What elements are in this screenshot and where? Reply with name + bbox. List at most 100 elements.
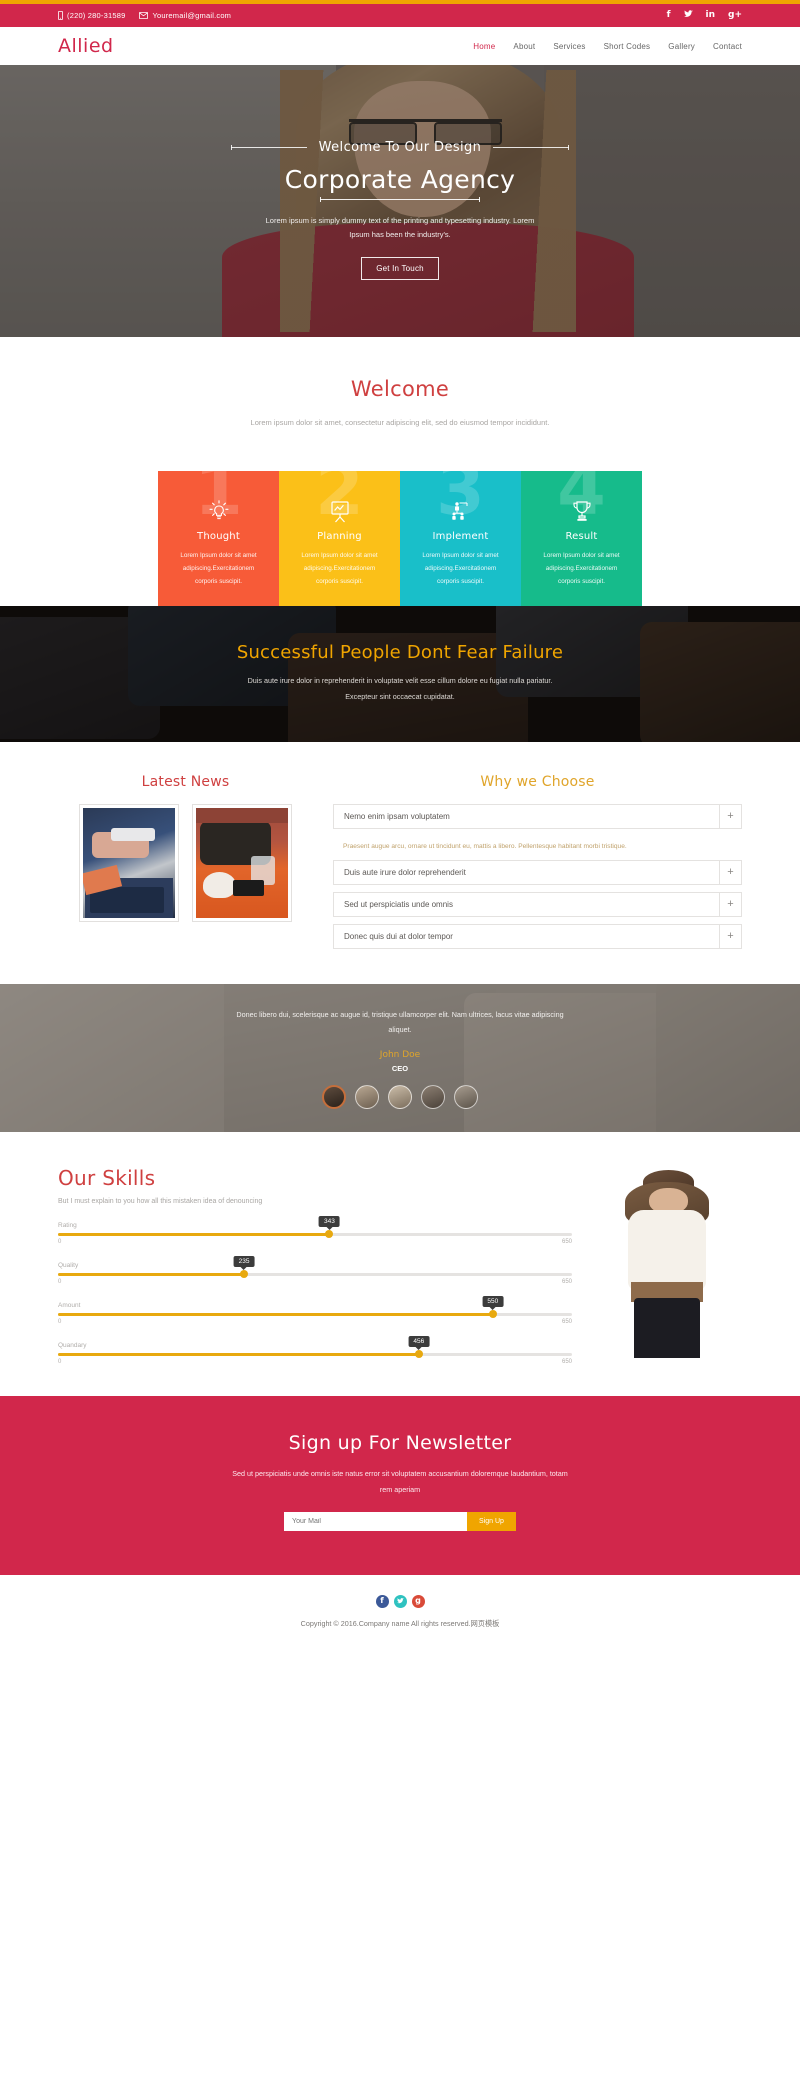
slider-track-quality[interactable]: 235 [58,1255,572,1279]
slider-track-rating[interactable]: 343 [58,1215,572,1239]
hero-kicker: Welcome To Our Design [230,140,570,155]
slider-min-quandary: 0 [58,1358,62,1365]
twitter-icon[interactable] [683,10,693,21]
slider-value-amount: 550 [482,1295,504,1307]
latest-news-column: Latest News [58,774,313,956]
main-navbar: Allied Home About Services Short Codes G… [0,27,800,65]
skills-section: Our Skills But I must explain to you how… [0,1131,800,1396]
newsletter-form: Sign Up [0,1511,800,1531]
plus-icon[interactable]: + [719,924,741,948]
nav-item-home[interactable]: Home [473,42,495,51]
googleplus-icon[interactable]: g [411,1594,425,1608]
card-title-planning: Planning [317,530,362,542]
nav-item-gallery[interactable]: Gallery [668,42,695,51]
slider-label-quandary: Quandary [58,1341,87,1349]
accordion-item-3[interactable]: Sed ut perspiciatis unde omnis + [333,891,742,917]
slider-label-rating: Rating [58,1221,77,1229]
avatar-3[interactable] [388,1085,412,1110]
phone-contact[interactable]: (220) 280-31589 [58,11,125,20]
page-footer: f g Copyright © 2016.Company name All ri… [0,1574,800,1651]
slider-amount: Amount 550 0 650 [58,1295,572,1325]
card-implement[interactable]: 3 Implement Lorem Ipsum dolor sit amet a… [400,470,521,606]
facebook-icon[interactable]: f [375,1594,389,1608]
accordion-item-2[interactable]: Duis aute irure dolor reprehenderit + [333,859,742,885]
skills-lead: But I must explain to you how all this m… [58,1197,263,1205]
plus-icon[interactable]: + [719,892,741,916]
hero-description: Lorem ipsum is simply dummy text of the … [265,215,535,239]
card-planning[interactable]: 2 Planning Lorem Ipsum dolor sit amet ad… [279,470,400,606]
top-contact-bar: (220) 280-31589 Youremail@gmail.com f in… [0,4,800,27]
linkedin-icon[interactable]: in [706,11,716,20]
twitter-icon[interactable] [393,1594,407,1608]
news-and-why-section: Latest News Why we Choose Nemo enim ipsa… [0,741,800,984]
slider-track-quandary[interactable]: 456 [58,1335,572,1359]
newsletter-text: Sed ut perspiciatis unde omnis iste natu… [232,1468,568,1494]
slider-rating: Rating 343 0 650 [58,1215,572,1245]
accordion-label-4: Donec quis dui at dolor tempor [344,931,453,941]
footer-social-links: f g [0,1594,800,1608]
welcome-title: Welcome [350,377,450,401]
mobile-icon [58,11,63,20]
slider-value-rating: 343 [318,1215,340,1227]
slider-track-amount[interactable]: 550 [58,1295,572,1319]
top-contact-group: (220) 280-31589 Youremail@gmail.com [58,11,231,20]
news-thumbnail-1[interactable] [79,803,179,922]
nav-item-short-codes[interactable]: Short Codes [604,42,651,51]
trophy-icon [535,499,628,525]
accordion-item-4[interactable]: Donec quis dui at dolor tempor + [333,923,742,949]
accordion-item-1[interactable]: Nemo enim ipsam voluptatem + [333,803,742,829]
slider-value-quality: 235 [233,1255,255,1267]
skills-content: Our Skills But I must explain to you how… [58,1166,572,1366]
slider-min-quality: 0 [58,1278,62,1285]
site-logo[interactable]: Allied [58,35,114,57]
testimonial-section: Donec libero dui, scelerisque ac augue i… [0,983,800,1132]
why-we-choose-column: Why we Choose Nemo enim ipsam voluptatem… [333,774,742,956]
kicker-rule-left [230,144,307,150]
newsletter-signup-button[interactable]: Sign Up [467,1511,516,1531]
googleplus-icon[interactable]: g+ [728,11,742,20]
hero-title-underline [320,196,480,202]
nav-item-contact[interactable]: Contact [713,42,742,51]
card-thought[interactable]: 1 Thought Lorem Ipsum dolor sit amet adi… [158,470,279,606]
email-contact[interactable]: Youremail@gmail.com [139,11,231,20]
card-title-thought: Thought [197,530,240,542]
card-text-implement: Lorem Ipsum dolor sit amet adipiscing.Ex… [422,551,499,586]
phone-number: (220) 280-31589 [67,11,126,20]
card-text-planning: Lorem Ipsum dolor sit amet adipiscing.Ex… [301,551,378,586]
facebook-icon[interactable]: f [667,11,671,20]
slider-max-rating: 650 [561,1238,572,1245]
newsletter-email-input[interactable] [284,1511,468,1531]
banner-title: Successful People Dont Fear Failure [236,642,564,664]
testimonial-quote: Donec libero dui, scelerisque ac augue i… [236,1009,564,1035]
nav-item-about[interactable]: About [513,42,535,51]
plus-icon[interactable]: + [719,804,741,828]
slider-max-amount: 650 [561,1318,572,1325]
avatar-1[interactable] [322,1085,346,1110]
slider-min-rating: 0 [58,1238,62,1245]
page-root: (220) 280-31589 Youremail@gmail.com f in… [0,0,800,1651]
hero-title: Corporate Agency [284,164,516,194]
card-text-thought: Lorem Ipsum dolor sit amet adipiscing.Ex… [180,551,257,586]
plus-icon[interactable]: + [719,860,741,884]
latest-news-title: Latest News [141,773,230,790]
avatar-2[interactable] [355,1085,379,1110]
card-result[interactable]: 4 Result Lorem Ipsum dolor sit amet adip… [521,470,642,606]
primary-nav: Home About Services Short Codes Gallery … [473,42,742,51]
slider-value-quandary: 456 [408,1335,430,1347]
process-cards: 1 Thought Lorem Ipsum dolor sit amet adi… [158,470,642,606]
get-in-touch-button[interactable]: Get In Touch [361,257,439,281]
envelope-icon [139,12,149,19]
nav-item-services[interactable]: Services [553,42,585,51]
top-social-links: f in g+ [667,10,742,21]
slider-min-amount: 0 [58,1318,62,1325]
lightbulb-icon [172,499,265,525]
slider-max-quality: 650 [561,1278,572,1285]
avatar-5[interactable] [454,1085,478,1110]
avatar-4[interactable] [421,1085,445,1110]
newsletter-section: Sign up For Newsletter Sed ut perspiciat… [0,1395,800,1575]
testimonial-author-role: CEO [391,1064,409,1074]
accordion-label-2: Duis aute irure dolor reprehenderit [344,867,466,877]
news-thumbnail-2[interactable] [192,803,292,922]
accordion-body-1: Praesent augue arcu, ornare ut tincidunt… [343,842,627,850]
slider-quality: Quality 235 0 650 [58,1255,572,1285]
